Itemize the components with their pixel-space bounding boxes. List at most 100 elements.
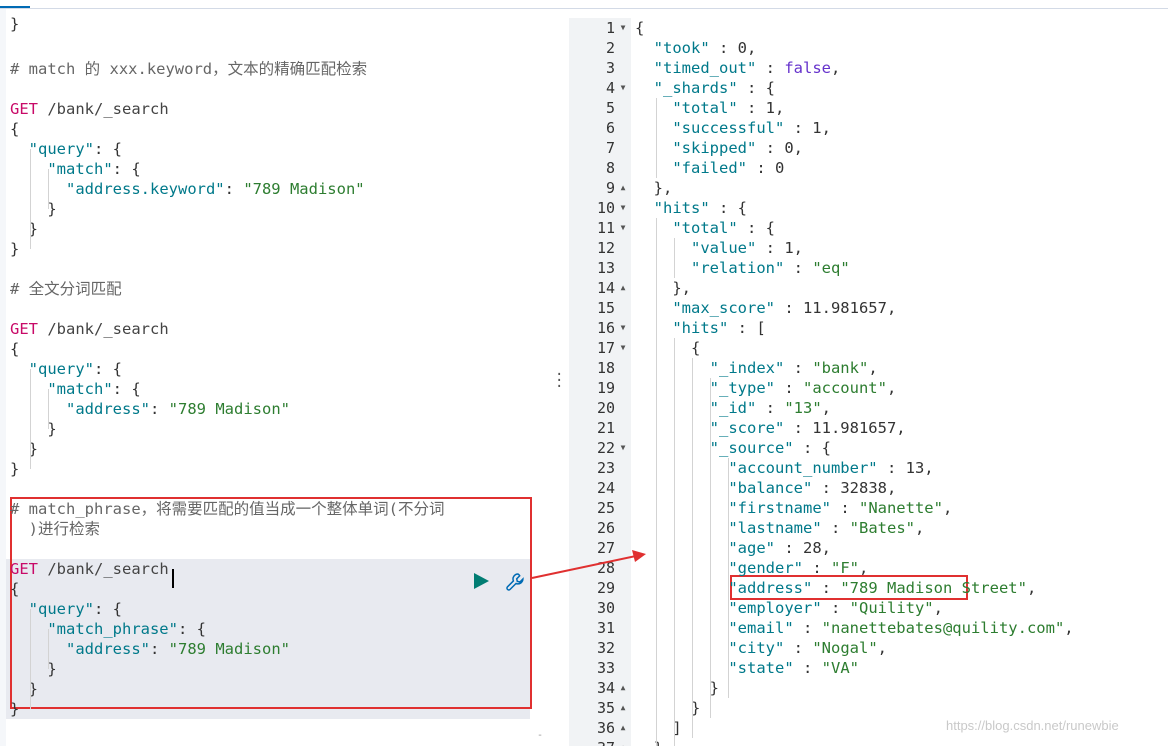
line-number: 33	[596, 659, 615, 677]
fold-expand-icon[interactable]: ▲	[618, 698, 628, 718]
token-n	[635, 499, 728, 517]
editor-line[interactable]: }	[10, 699, 19, 719]
token-k: "successful"	[672, 119, 785, 137]
active-tab-indicator	[0, 6, 30, 8]
fold-collapse-icon[interactable]: ▼	[618, 338, 628, 358]
indent-guide	[30, 609, 31, 709]
editor-line[interactable]: GET /bank/_search	[10, 99, 169, 119]
token-brace: }	[10, 700, 20, 718]
line-number: 14	[596, 279, 615, 297]
editor-line[interactable]: "query": {	[10, 139, 122, 159]
wrench-icon[interactable]	[505, 572, 525, 592]
fold-collapse-icon[interactable]: ▼	[618, 318, 628, 338]
response-code: "value" : 1,	[635, 238, 803, 258]
token-n: }	[635, 679, 719, 697]
token-n	[635, 299, 672, 317]
editor-line[interactable]: {	[10, 119, 19, 139]
editor-line[interactable]: # match_phrase，将需要匹配的值当成一个整体单词(不分词	[10, 499, 444, 519]
token-comment: # match_phrase，将需要匹配的值当成一个整体单词(不分词	[10, 500, 445, 518]
indent-guide	[728, 458, 729, 698]
token-k: "failed"	[672, 159, 747, 177]
editor-line[interactable]: }	[10, 199, 56, 219]
fold-expand-icon[interactable]: ▲	[618, 178, 628, 198]
response-code: "account_number" : 13,	[635, 458, 933, 478]
response-code: "skipped" : 0,	[635, 138, 803, 158]
token-n	[635, 159, 672, 177]
indent-guide	[48, 169, 49, 209]
line-number: 37	[569, 738, 615, 746]
token-brace: {	[10, 120, 20, 138]
token-n	[635, 259, 691, 277]
token-n: :	[784, 359, 813, 377]
editor-line[interactable]: )进行检索	[10, 519, 100, 539]
editor-line[interactable]: {	[10, 579, 19, 599]
response-code: "gender" : "F",	[635, 558, 868, 578]
fold-collapse-icon[interactable]: ▼	[618, 438, 628, 458]
response-panel[interactable]: 1 ▼{2 "took" : 0, 3 "timed_out" : false, 4 ▼…	[569, 18, 1168, 746]
token-n: :	[774, 379, 803, 397]
token-n	[635, 439, 710, 457]
editor-line[interactable]: "address.keyword": "789 Madison"	[10, 179, 365, 199]
token-k: "age"	[728, 539, 775, 557]
fold-expand-icon[interactable]: ▲	[618, 278, 628, 298]
editor-line[interactable]: "query": {	[10, 359, 122, 379]
response-code: "firstname" : "Nanette",	[635, 498, 952, 518]
token-n: ,	[877, 639, 887, 657]
token-k: "relation"	[691, 259, 785, 277]
token-k: "state"	[728, 659, 794, 677]
editor-line[interactable]: {	[10, 339, 19, 359]
line-number: 15	[596, 299, 615, 317]
token-n: : {	[793, 439, 831, 457]
line-number: 10	[596, 199, 615, 217]
indent-guide	[656, 218, 657, 746]
token-n	[635, 519, 728, 537]
editor-line[interactable]: }	[10, 459, 19, 479]
editor-line[interactable]: }	[10, 239, 19, 259]
token-k: "_source"	[709, 439, 794, 457]
token-s: "13"	[784, 399, 822, 417]
editor-line[interactable]: }	[10, 439, 38, 459]
editor-line[interactable]: # match 的 xxx.keyword，文本的精确匹配检索	[10, 59, 367, 79]
fold-collapse-icon[interactable]: ▼	[618, 218, 628, 238]
token-brace	[10, 620, 47, 638]
editor-line[interactable]: }	[10, 219, 38, 239]
token-n	[635, 619, 728, 637]
fold-collapse-icon[interactable]: ▼	[618, 18, 628, 38]
token-brace: : {	[94, 600, 122, 618]
line-number: 35	[596, 699, 615, 717]
play-icon[interactable]	[474, 573, 489, 589]
line-number: 18	[596, 359, 615, 377]
editor-line[interactable]: }	[10, 659, 56, 679]
request-editor[interactable]: } # match 的 xxx.keyword，文本的精确匹配检索 GET /ban…	[0, 9, 550, 746]
editor-line[interactable]: "match_phrase": {	[10, 619, 206, 639]
fold-expand-icon[interactable]: ▲	[618, 718, 628, 738]
editor-line[interactable]: "address": "789 Madison"	[10, 639, 290, 659]
fold-expand-icon[interactable]: ▲	[618, 738, 628, 746]
token-n: {	[635, 339, 701, 357]
vertical-dots-icon[interactable]: · · ·	[555, 368, 563, 394]
editor-line[interactable]: # 全文分词匹配	[10, 279, 122, 299]
line-number: 3	[605, 59, 615, 77]
fold-collapse-icon[interactable]: ▼	[618, 78, 628, 98]
editor-line[interactable]: GET /bank/_search	[10, 559, 169, 579]
token-n	[635, 559, 728, 577]
editor-line[interactable]: }	[10, 14, 19, 34]
token-s: "Nanette"	[858, 499, 943, 517]
token-n	[635, 579, 728, 597]
editor-line[interactable]: "address": "789 Madison"	[10, 399, 290, 419]
editor-line[interactable]: "query": {	[10, 599, 122, 619]
line-number: 27	[596, 539, 615, 557]
token-s: "account"	[802, 379, 887, 397]
token-n: : 1,	[737, 99, 785, 117]
token-n	[635, 659, 728, 677]
token-k: "_shards"	[653, 79, 738, 97]
token-n	[635, 639, 728, 657]
fold-collapse-icon[interactable]: ▼	[618, 198, 628, 218]
editor-line[interactable]: }	[10, 419, 56, 439]
token-k: "_score"	[709, 419, 785, 437]
token-k: "_id"	[709, 399, 757, 417]
editor-line[interactable]: GET /bank/_search	[10, 319, 169, 339]
fold-expand-icon[interactable]: ▲	[618, 678, 628, 698]
editor-line[interactable]: }	[10, 679, 38, 699]
token-brace: {	[10, 340, 20, 358]
